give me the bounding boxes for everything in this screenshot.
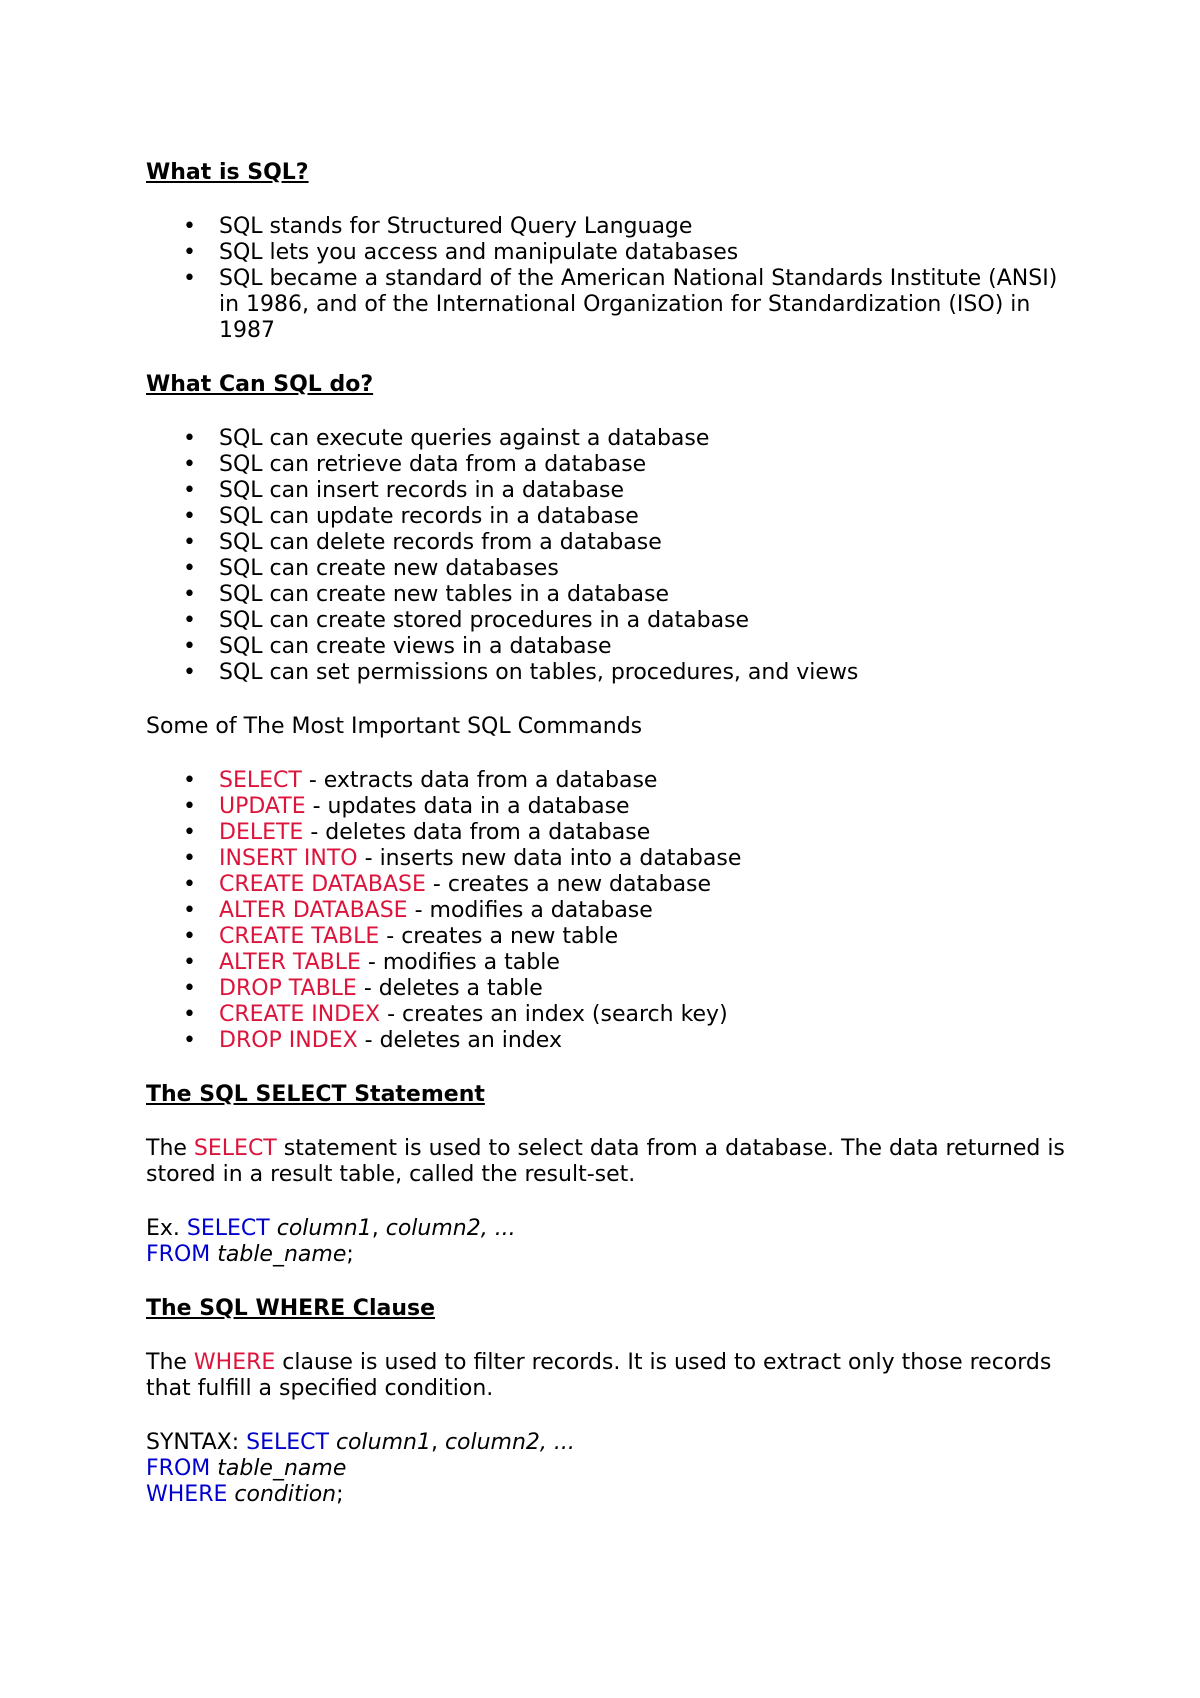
command-keyword: UPDATE: [219, 794, 306, 819]
command-keyword: CREATE TABLE: [219, 924, 380, 949]
command-item: • DELETE - deletes data from a database: [183, 820, 651, 845]
list-item: • SQL can create new tables in a database: [183, 582, 670, 607]
bullet-icon: •: [183, 1002, 196, 1027]
bullet-icon: •: [183, 266, 196, 291]
heading-select-statement: The SQL SELECT Statement: [146, 1082, 485, 1107]
keyword: SELECT: [193, 1136, 277, 1161]
bullet-icon: •: [183, 452, 196, 477]
keyword: WHERE: [193, 1350, 276, 1375]
command-keyword: INSERT INTO: [219, 846, 358, 871]
command-item: • DROP INDEX - deletes an index: [183, 1028, 562, 1053]
bullet-icon: •: [183, 898, 196, 923]
what-can-sql-do-list: • SQL can execute queries against a datab…: [146, 426, 1066, 686]
list-item: • SQL can create stored procedures in a d…: [183, 608, 750, 633]
document-page: What is SQL? • SQL stands for Structured …: [146, 160, 1066, 1508]
list-item: • SQL can retrieve data from a database: [183, 452, 647, 477]
command-item: • DROP TABLE - deletes a table: [183, 976, 543, 1001]
bullet-icon: •: [183, 214, 196, 239]
commands-list: • SELECT - extracts data from a database …: [146, 768, 1066, 1054]
list-item: • SQL became a standard of the American N…: [183, 266, 1058, 343]
command-keyword: CREATE INDEX: [219, 1002, 381, 1027]
command-item: • CREATE TABLE - creates a new table: [183, 924, 619, 949]
command-item: • ALTER TABLE - modifies a table: [183, 950, 560, 975]
command-item: • CREATE DATABASE - creates a new databas…: [183, 872, 712, 897]
where-syntax-line2: FROM table_name: [146, 1456, 347, 1481]
command-item: • ALTER DATABASE - modifies a database: [183, 898, 653, 923]
command-item: • CREATE INDEX - creates an index (search…: [183, 1002, 728, 1027]
keyword: SELECT: [246, 1430, 329, 1455]
command-keyword: SELECT: [219, 768, 302, 793]
command-keyword: DELETE: [219, 820, 304, 845]
command-keyword: DROP INDEX: [219, 1028, 358, 1053]
list-item: • SQL stands for Structured Query Languag…: [183, 214, 693, 239]
bullet-icon: •: [183, 950, 196, 975]
bullet-icon: •: [183, 504, 196, 529]
bullet-icon: •: [183, 240, 196, 265]
bullet-icon: •: [183, 608, 196, 633]
select-example-line2: FROM table_name;: [146, 1242, 354, 1267]
command-item: • UPDATE - updates data in a database: [183, 794, 630, 819]
bullet-icon: •: [183, 426, 196, 451]
list-item: • SQL can insert records in a database: [183, 478, 625, 503]
list-item: • SQL can execute queries against a datab…: [183, 426, 710, 451]
where-syntax-line3: WHERE condition;: [146, 1482, 344, 1507]
bullet-icon: •: [183, 794, 196, 819]
keyword: SELECT: [186, 1216, 270, 1241]
list-item: • SQL can create views in a database: [183, 634, 612, 659]
bullet-icon: •: [183, 872, 196, 897]
command-keyword: ALTER DATABASE: [219, 898, 408, 923]
keyword: WHERE: [146, 1482, 228, 1507]
bullet-icon: •: [183, 556, 196, 581]
where-syntax-line1: SYNTAX: SELECT column1, column2, ...: [146, 1430, 575, 1455]
bullet-icon: •: [183, 660, 196, 685]
select-example-line1: Ex. SELECT column1, column2, ...: [146, 1216, 516, 1241]
select-description: The SELECT statement is used to select d…: [146, 1136, 1065, 1187]
commands-intro: Some of The Most Important SQL Commands: [146, 714, 643, 739]
bullet-icon: •: [183, 530, 196, 555]
command-keyword: CREATE DATABASE: [219, 872, 426, 897]
bullet-icon: •: [183, 924, 196, 949]
where-description: The WHERE clause is used to filter recor…: [146, 1350, 1052, 1401]
bullet-icon: •: [183, 976, 196, 1001]
bullet-icon: •: [183, 634, 196, 659]
list-item: • SQL can update records in a database: [183, 504, 639, 529]
list-item: • SQL can create new databases: [183, 556, 559, 581]
bullet-icon: •: [183, 582, 196, 607]
list-item: • SQL lets you access and manipulate data…: [183, 240, 739, 265]
heading-what-is-sql: What is SQL?: [146, 160, 309, 185]
bullet-icon: •: [183, 768, 196, 793]
command-item: • INSERT INTO - inserts new data into a d…: [183, 846, 742, 871]
keyword: FROM: [146, 1242, 211, 1267]
command-keyword: DROP TABLE: [219, 976, 357, 1001]
bullet-icon: •: [183, 1028, 196, 1053]
bullet-icon: •: [183, 846, 196, 871]
heading-where-clause: The SQL WHERE Clause: [146, 1296, 436, 1321]
what-is-sql-list: • SQL stands for Structured Query Languag…: [146, 214, 1066, 344]
list-item: • SQL can set permissions on tables, proc…: [183, 660, 859, 685]
list-item: • SQL can delete records from a database: [183, 530, 662, 555]
command-keyword: ALTER TABLE: [219, 950, 361, 975]
keyword: FROM: [146, 1456, 211, 1481]
bullet-icon: •: [183, 820, 196, 845]
command-item: • SELECT - extracts data from a database: [183, 768, 658, 793]
heading-what-can-sql-do: What Can SQL do?: [146, 372, 374, 397]
bullet-icon: •: [183, 478, 196, 503]
